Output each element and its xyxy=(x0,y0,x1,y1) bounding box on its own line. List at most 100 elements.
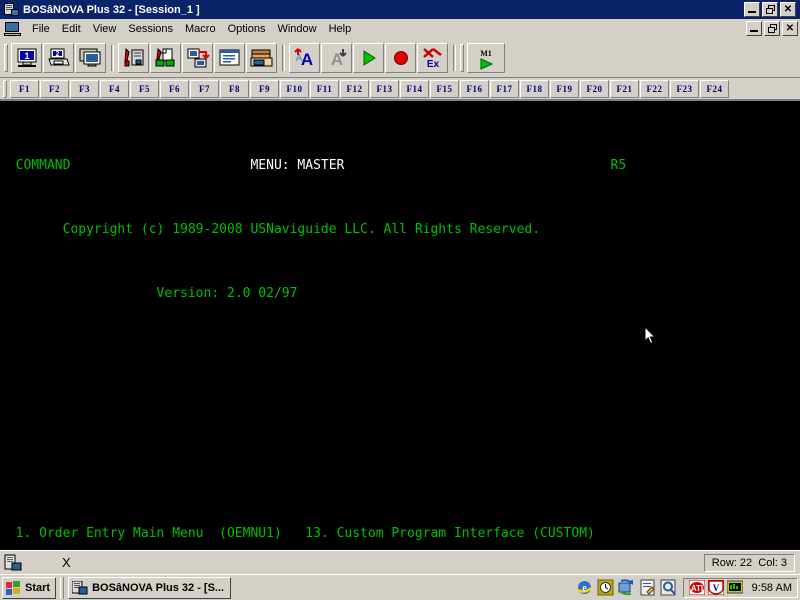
fkbar-grip[interactable] xyxy=(3,79,7,98)
computer-session-icon xyxy=(72,580,88,594)
function-key-f8[interactable]: F8 xyxy=(220,79,249,98)
macro-play-button[interactable] xyxy=(353,43,384,73)
macro-record-button[interactable] xyxy=(385,43,416,73)
menu-file[interactable]: File xyxy=(26,21,56,37)
mdi-close-button[interactable]: ✕ xyxy=(782,21,798,36)
function-key-f12[interactable]: F12 xyxy=(340,79,369,98)
terminal-screen[interactable]: COMMAND MENU: MASTER R5 Copyright (c) 19… xyxy=(0,100,800,550)
function-key-f10[interactable]: F10 xyxy=(280,79,309,98)
function-key-f19[interactable]: F19 xyxy=(550,79,579,98)
network-monitor-icon[interactable] xyxy=(726,580,743,595)
file-transfer-send-button[interactable] xyxy=(150,43,181,73)
font-increase-button[interactable]: A A xyxy=(289,43,320,73)
svg-text:V: V xyxy=(712,583,719,593)
menu-row[interactable]: 1. Order Entry Main Menu (OEMNU1) 13. Cu… xyxy=(0,526,800,550)
virus-shield-icon[interactable]: V xyxy=(707,580,724,595)
function-key-f17[interactable]: F17 xyxy=(490,79,519,98)
function-key-f3[interactable]: F3 xyxy=(70,79,99,98)
function-key-f6[interactable]: F6 xyxy=(160,79,189,98)
terminal-version-row: Version: 2.0 02/97 xyxy=(0,286,800,302)
configure-session-button[interactable] xyxy=(118,43,149,73)
clock-sync-icon[interactable] xyxy=(597,579,614,596)
menu-left-label[interactable]: Order Entry Main Menu xyxy=(39,526,219,541)
function-key-f11[interactable]: F11 xyxy=(310,79,339,98)
svg-text:ATI: ATI xyxy=(690,584,702,593)
mdi-restore-button[interactable] xyxy=(764,21,780,36)
function-key-f22[interactable]: F22 xyxy=(640,79,669,98)
macro-stop-button[interactable]: Ex xyxy=(417,43,448,73)
function-key-f21[interactable]: F21 xyxy=(610,79,639,98)
function-key-f23[interactable]: F23 xyxy=(670,79,699,98)
menu-sessions[interactable]: Sessions xyxy=(122,21,179,37)
toolbar-grip[interactable] xyxy=(4,44,8,72)
menu-left-number: 1. xyxy=(0,526,40,541)
terminal-menu-title: MENU: MASTER xyxy=(250,158,345,173)
version-text: Version: 2.0 02/97 xyxy=(156,286,298,301)
session-document-icon[interactable] xyxy=(4,21,22,37)
row-col-indicator: Row: 22 Col: 3 xyxy=(703,553,795,572)
function-key-f4[interactable]: F4 xyxy=(100,79,129,98)
menu-view[interactable]: View xyxy=(87,21,123,37)
printer-session-button[interactable]: 2 xyxy=(43,43,74,73)
menu-help[interactable]: Help xyxy=(323,21,358,37)
function-key-f20[interactable]: F20 xyxy=(580,79,609,98)
clock-time[interactable]: 9:58 AM xyxy=(752,582,792,594)
menu-right-code: (CUSTOM) xyxy=(532,526,595,541)
windows-taskbar: Start BOSâNOVA Plus 32 - [S... e ATI V 9… xyxy=(0,574,800,600)
scanner-button[interactable] xyxy=(246,43,277,73)
window-controls: ✕ xyxy=(744,2,798,17)
mdi-child-controls: ✕ xyxy=(746,21,798,36)
menu-options[interactable]: Options xyxy=(222,21,272,37)
function-key-f15[interactable]: F15 xyxy=(430,79,459,98)
close-button[interactable]: ✕ xyxy=(780,2,796,17)
svg-text:e: e xyxy=(582,583,587,594)
taskbar-divider xyxy=(60,576,65,599)
macro-toolbar-grip[interactable] xyxy=(460,44,464,72)
function-key-f14[interactable]: F14 xyxy=(400,79,429,98)
network-refresh-icon[interactable] xyxy=(618,579,635,596)
start-button[interactable]: Start xyxy=(2,576,57,599)
internet-explorer-icon[interactable]: e xyxy=(576,579,593,596)
notepad-edit-icon[interactable] xyxy=(639,579,656,596)
function-key-f24[interactable]: F24 xyxy=(700,79,729,98)
restore-button[interactable] xyxy=(762,2,778,17)
taskbar-item-label: BOSâNOVA Plus 32 - [S... xyxy=(92,581,225,594)
function-key-f1[interactable]: F1 xyxy=(10,79,39,98)
ati-display-icon[interactable]: ATI xyxy=(688,580,705,595)
copyright-text: Copyright (c) 1989-2008 USNaviguide LLC.… xyxy=(62,222,541,237)
function-key-f9[interactable]: F9 xyxy=(250,79,279,98)
function-key-f2[interactable]: F2 xyxy=(40,79,69,98)
menu-right-number: 13. xyxy=(305,526,337,541)
terminal-copyright-row: Copyright (c) 1989-2008 USNaviguide LLC.… xyxy=(0,222,800,238)
function-key-f13[interactable]: F13 xyxy=(370,79,399,98)
menu-edit[interactable]: Edit xyxy=(56,21,87,37)
keyboard-map-button[interactable] xyxy=(214,43,245,73)
svg-text:Ex: Ex xyxy=(426,59,439,69)
function-key-f5[interactable]: F5 xyxy=(130,79,159,98)
menu-window[interactable]: Window xyxy=(271,21,322,37)
minimize-button[interactable] xyxy=(744,2,760,17)
font-decrease-button[interactable]: A xyxy=(321,43,352,73)
toolbar-separator xyxy=(111,45,114,71)
system-tray: ATI V 9:58 AM xyxy=(682,577,798,598)
display-session-button[interactable] xyxy=(75,43,106,73)
file-transfer-receive-button[interactable] xyxy=(182,43,213,73)
toolbar-separator xyxy=(282,45,285,71)
status-bar: X Row: 22 Col: 3 xyxy=(0,550,800,574)
taskbar-item-bosanova[interactable]: BOSâNOVA Plus 32 - [S... xyxy=(68,576,232,599)
menu-right-label[interactable]: Custom Program Interface xyxy=(337,526,533,541)
function-key-f16[interactable]: F16 xyxy=(460,79,489,98)
system-tray-area: e ATI V 9:58 AM xyxy=(576,577,798,599)
terminal-text-area: COMMAND MENU: MASTER R5 Copyright (c) 19… xyxy=(0,101,800,550)
session-1-button[interactable]: 1 xyxy=(11,43,42,73)
mdi-minimize-button[interactable] xyxy=(746,21,762,36)
start-label: Start xyxy=(25,581,51,594)
svg-text:M1: M1 xyxy=(480,49,492,58)
search-magnifier-icon[interactable] xyxy=(660,579,677,596)
function-key-f7[interactable]: F7 xyxy=(190,79,219,98)
window-title: BOSâNOVA Plus 32 - [Session_1 ] xyxy=(23,3,200,16)
menu-macro[interactable]: Macro xyxy=(179,21,222,37)
terminal-command-label: COMMAND xyxy=(15,158,71,173)
function-key-f18[interactable]: F18 xyxy=(520,79,549,98)
macro-m1-button[interactable]: M1 xyxy=(467,43,505,73)
